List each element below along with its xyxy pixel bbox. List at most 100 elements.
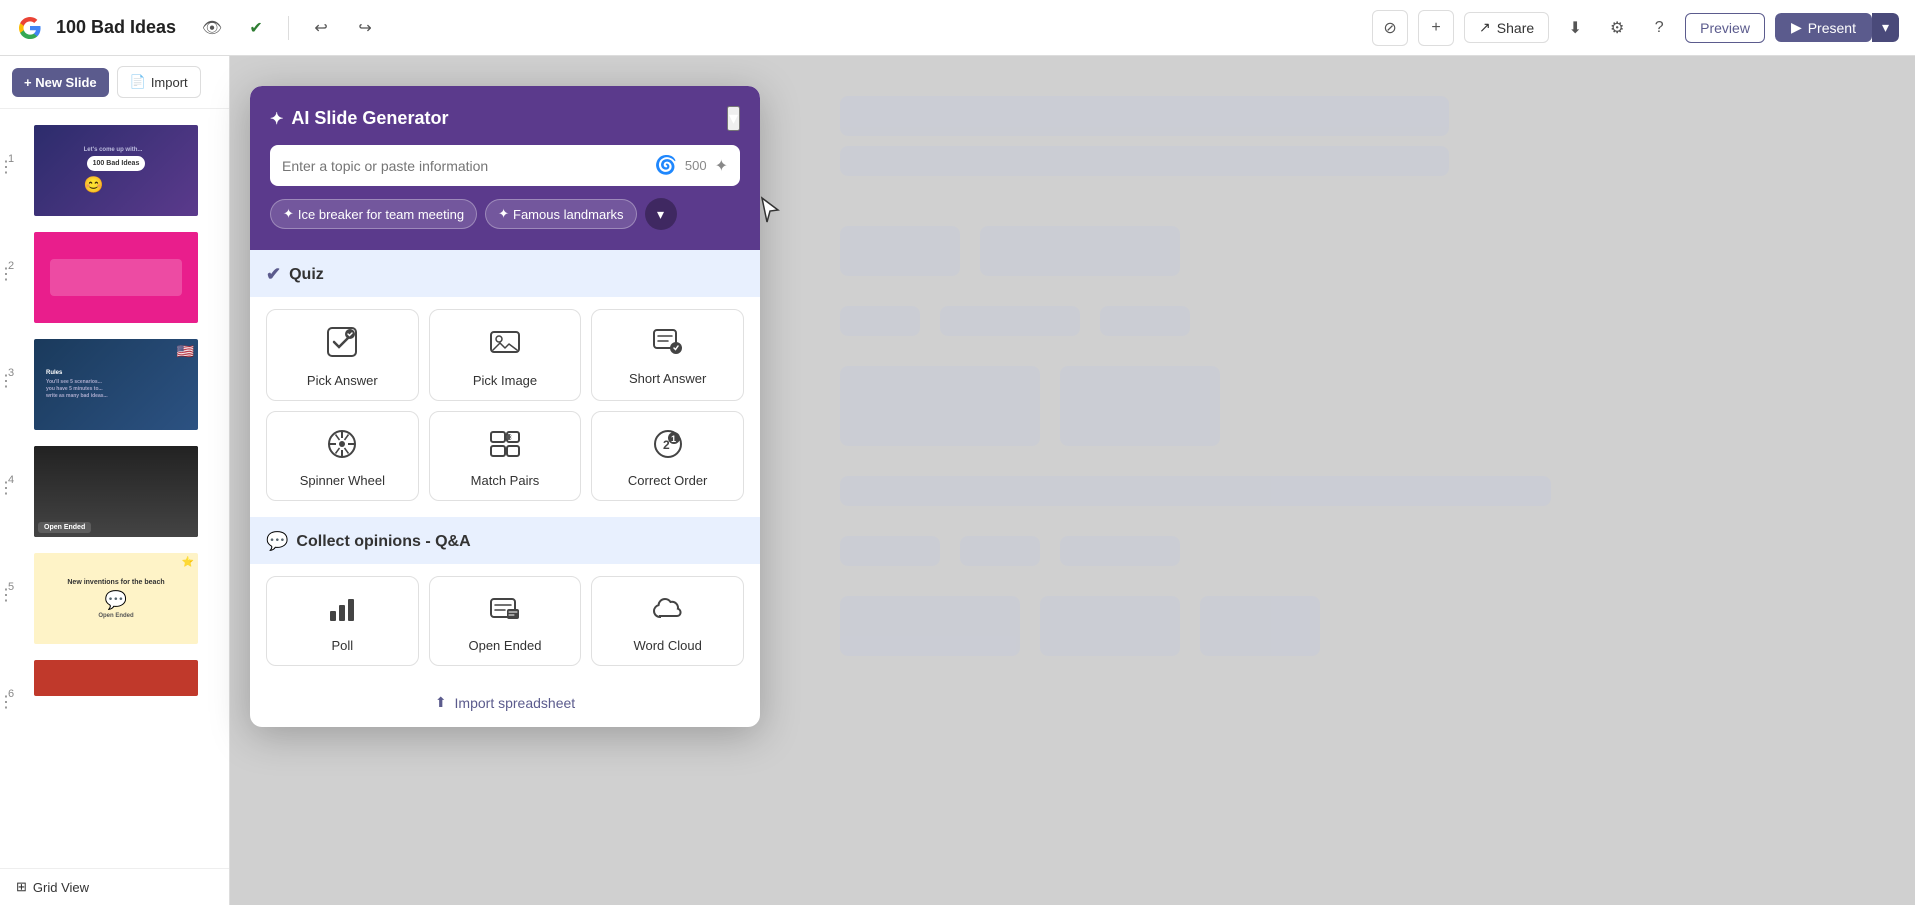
app-title: 100 Bad Ideas: [56, 17, 176, 38]
quiz-match-pairs[interactable]: Match Pairs: [429, 411, 582, 501]
pick-image-icon: [489, 326, 521, 365]
short-answer-icon: [652, 326, 684, 363]
ai-section: ✦ AI Slide Generator ▾ 🌀 500 ✦ ✦ Ice bre…: [250, 86, 760, 250]
correct-order-icon: 2 1: [652, 428, 684, 465]
grid-view-label: Grid View: [33, 880, 89, 895]
grid-view-button[interactable]: ⊞ Grid View: [0, 868, 229, 905]
slide-thumbnail: Rules You'll see 5 scenarios... you have…: [32, 337, 200, 432]
word-cloud-icon: [652, 593, 684, 630]
quiz-spinner-wheel[interactable]: Spinner Wheel: [266, 411, 419, 501]
ai-title-text: AI Slide Generator: [291, 108, 448, 129]
ai-topic-input[interactable]: [282, 158, 646, 174]
match-pairs-label: Match Pairs: [471, 473, 540, 488]
redo-button[interactable]: ↪: [349, 12, 381, 44]
share-label: Share: [1497, 20, 1534, 36]
eye-button[interactable]: 👁: [196, 12, 228, 44]
opinions-section: 💬 Collect opinions - Q&A: [250, 517, 760, 682]
correct-order-label: Correct Order: [628, 473, 707, 488]
pick-image-label: Pick Image: [473, 373, 537, 388]
opinions-open-ended[interactable]: Open Ended: [429, 576, 582, 666]
suggestion-label: Famous landmarks: [513, 207, 624, 222]
share-button[interactable]: ↗ Share: [1464, 12, 1549, 43]
preview-button[interactable]: Preview: [1685, 13, 1765, 43]
suggestion-ice-breaker[interactable]: ✦ Ice breaker for team meeting: [270, 199, 477, 229]
slide-item[interactable]: ⋮ 3 Rules You'll see 5 scenarios... you …: [0, 331, 229, 438]
check-button[interactable]: ✔: [240, 12, 272, 44]
ai-collapse-button[interactable]: ▾: [727, 106, 740, 131]
word-cloud-label: Word Cloud: [633, 638, 701, 653]
slide-options-button[interactable]: ⋮: [0, 264, 14, 284]
opinions-poll[interactable]: Poll: [266, 576, 419, 666]
suggestion-label: Ice breaker for team meeting: [298, 207, 464, 222]
quiz-label: Quiz: [289, 266, 324, 284]
download-button[interactable]: ⬇: [1559, 12, 1591, 44]
slide-thumbnail: [32, 658, 200, 698]
spinner-wheel-icon: [326, 428, 358, 465]
slide-options-button[interactable]: ⋮: [0, 692, 14, 712]
slide-item[interactable]: ⋮ 4 Open Ended: [0, 438, 229, 545]
spinner-wheel-label: Spinner Wheel: [300, 473, 385, 488]
slide-item[interactable]: ⋮ 5 ⭐ New inventions for the beach 💬 Ope…: [0, 545, 229, 652]
ai-magic-button[interactable]: ✦: [715, 156, 728, 176]
import-label: Import: [151, 75, 188, 90]
quiz-pick-answer[interactable]: Pick Answer: [266, 309, 419, 401]
google-logo-icon: [16, 14, 44, 42]
import-spreadsheet-label: Import spreadsheet: [455, 695, 576, 711]
quiz-short-answer[interactable]: Short Answer: [591, 309, 744, 401]
settings-button[interactable]: ⚙: [1601, 12, 1633, 44]
poll-icon: [326, 593, 358, 630]
divider-1: [288, 16, 289, 40]
present-label: Present: [1808, 20, 1856, 36]
ai-input-row: 🌀 500 ✦: [270, 145, 740, 186]
slide-item[interactable]: ⋮ 1 Let's come up with... 100 Bad Ideas …: [0, 117, 229, 224]
main-area: ✦ AI Slide Generator ▾ 🌀 500 ✦ ✦ Ice bre…: [230, 56, 1915, 905]
match-pairs-icon: [489, 428, 521, 465]
slide-item[interactable]: ⋮ 2: [0, 224, 229, 331]
opinions-chat-icon: 💬: [266, 531, 288, 552]
ai-title: ✦ AI Slide Generator: [270, 108, 448, 129]
block-icon-button[interactable]: ⊘: [1372, 10, 1408, 46]
quiz-correct-order[interactable]: 2 1 Correct Order: [591, 411, 744, 501]
slide-thumbnail: Let's come up with... 100 Bad Ideas 😊: [32, 123, 200, 218]
import-icon: 📄: [130, 74, 146, 90]
import-button[interactable]: 📄 Import: [117, 66, 201, 98]
opinions-word-cloud[interactable]: Word Cloud: [591, 576, 744, 666]
quiz-pick-image[interactable]: Pick Image: [429, 309, 582, 401]
suggestion-landmarks[interactable]: ✦ Famous landmarks: [485, 199, 636, 229]
modal-body[interactable]: ✔ Quiz: [250, 250, 760, 727]
suggestions-more-button[interactable]: ▾: [645, 198, 677, 230]
slide-thumbnail: Open Ended: [32, 444, 200, 539]
ai-header: ✦ AI Slide Generator ▾: [270, 106, 740, 131]
sparkle-icon: ✦: [270, 109, 283, 129]
slide-options-button[interactable]: ⋮: [0, 478, 14, 498]
opinions-category-header: 💬 Collect opinions - Q&A: [250, 517, 760, 564]
present-button[interactable]: ▶ Present: [1775, 13, 1872, 42]
ai-spinner-icon: 🌀: [654, 155, 676, 176]
slide-item[interactable]: ⋮ 6: [0, 652, 229, 706]
slide-options-button[interactable]: ⋮: [0, 157, 14, 177]
add-button[interactable]: +: [1418, 10, 1454, 46]
quiz-section: ✔ Quiz: [250, 250, 760, 517]
ai-modal-container: ✦ AI Slide Generator ▾ 🌀 500 ✦ ✦ Ice bre…: [250, 86, 760, 727]
mouse-cursor: [760, 196, 780, 224]
import-spreadsheet-row[interactable]: ⬆ Import spreadsheet: [250, 682, 760, 727]
import-spreadsheet-icon: ⬆: [435, 694, 447, 711]
slide-options-button[interactable]: ⋮: [0, 585, 14, 605]
slide-title-text: 100 Bad Ideas: [87, 156, 146, 171]
topbar-right: ⊘ + ↗ Share ⬇ ⚙ ? Preview ▶ Present ▾: [1372, 10, 1899, 46]
present-dropdown-button[interactable]: ▾: [1872, 13, 1899, 42]
poll-label: Poll: [331, 638, 353, 653]
quiz-category-header: ✔ Quiz: [250, 250, 760, 297]
ai-suggestions: ✦ Ice breaker for team meeting ✦ Famous …: [270, 198, 740, 230]
blurred-background: [780, 56, 1915, 905]
new-slide-button[interactable]: + New Slide: [12, 68, 109, 97]
grid-view-icon: ⊞: [16, 879, 27, 895]
sidebar: + New Slide 📄 Import ⋮ 1 Let's come up w…: [0, 56, 230, 905]
opinions-label: Collect opinions - Q&A: [296, 533, 470, 551]
help-button[interactable]: ?: [1643, 12, 1675, 44]
topbar: 100 Bad Ideas 👁 ✔ ↩ ↪ ⊘ + ↗ Share ⬇ ⚙ ? …: [0, 0, 1915, 56]
undo-button[interactable]: ↩: [305, 12, 337, 44]
slide-options-button[interactable]: ⋮: [0, 371, 14, 391]
open-ended-label: Open Ended: [468, 638, 541, 653]
sidebar-toolbar: + New Slide 📄 Import: [0, 56, 229, 109]
